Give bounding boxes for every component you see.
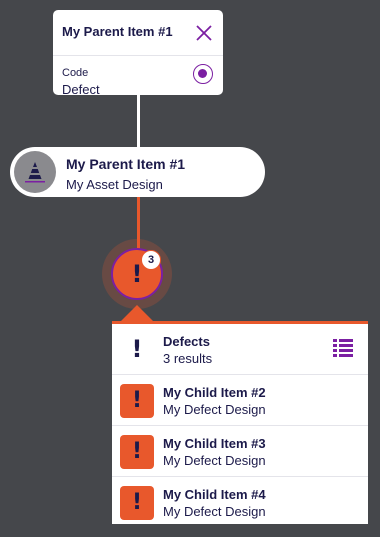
list-view-icon — [333, 339, 353, 357]
card-title: My Parent Item #1 — [62, 24, 173, 39]
defect-item-icon: ! — [120, 486, 154, 520]
panel-results-count: 3 results — [163, 351, 213, 366]
traffic-cone-icon — [25, 162, 45, 183]
panel-pointer — [121, 305, 153, 321]
defect-count-badge: 3 — [141, 250, 161, 270]
exclamation-icon: ! — [131, 388, 143, 413]
list-item-subtitle: My Defect Design — [163, 402, 266, 417]
code-value: Defect — [62, 82, 100, 97]
exclamation-icon: ! — [131, 260, 143, 288]
list-item[interactable]: ! My Child Item #4 My Defect Design — [112, 477, 368, 527]
list-item-title: My Child Item #3 — [163, 436, 266, 451]
close-icon — [196, 25, 212, 41]
list-item[interactable]: ! My Child Item #3 My Defect Design — [112, 426, 368, 477]
list-item[interactable]: ! My Child Item #2 My Defect Design — [112, 375, 368, 426]
parent-node-title: My Parent Item #1 — [66, 156, 186, 172]
asset-avatar — [14, 151, 56, 193]
list-item-subtitle: My Defect Design — [163, 504, 266, 519]
exclamation-icon: ! — [131, 439, 143, 464]
exclamation-icon: ! — [131, 335, 143, 363]
card-header: My Parent Item #1 — [53, 10, 223, 56]
exclamation-icon: ! — [131, 490, 143, 515]
list-item-title: My Child Item #2 — [163, 385, 266, 400]
list-item-title: My Child Item #4 — [163, 487, 266, 502]
radio-selected-icon[interactable] — [193, 64, 213, 84]
list-view-button[interactable] — [332, 337, 354, 359]
parent-detail-card: My Parent Item #1 Code Defect — [53, 10, 223, 97]
panel-header: ! Defects 3 results — [112, 324, 368, 375]
list-item-subtitle: My Defect Design — [163, 453, 266, 468]
panel-title: Defects — [163, 334, 210, 349]
close-button[interactable] — [195, 24, 213, 42]
code-label: Code — [62, 67, 89, 79]
parent-node-subtitle: My Asset Design — [66, 177, 163, 192]
connector-line-parent — [137, 95, 140, 148]
defect-item-icon: ! — [120, 384, 154, 418]
parent-node[interactable]: My Parent Item #1 My Asset Design — [10, 147, 265, 197]
defects-panel: ! Defects 3 results ! My Child Item #2 M… — [112, 321, 368, 524]
defect-item-icon: ! — [120, 435, 154, 469]
